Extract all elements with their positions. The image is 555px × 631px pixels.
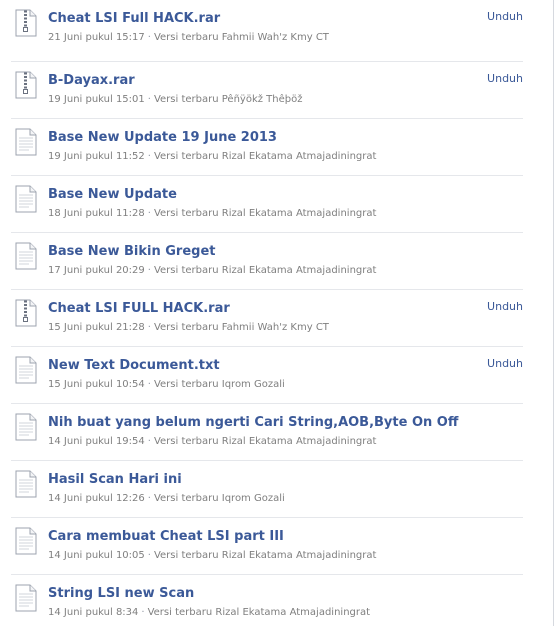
file-list-item: Hasil Scan Hari ini 14 Juni pukul 12:26 · V…: [11, 461, 523, 518]
document-icon[interactable]: [15, 584, 37, 612]
file-date: 14 Juni pukul 12:26: [48, 493, 145, 504]
file-meta: 14 Juni pukul 19:54 · Versi terbaru Rizal …: [48, 436, 376, 447]
file-date: 17 Juni pukul 20:29: [48, 265, 145, 276]
file-title-link[interactable]: String LSI new Scan: [48, 586, 194, 601]
file-title-link[interactable]: B-Dayax.rar: [48, 73, 135, 88]
file-version-text: Versi terbaru Fahmii Wah'z Kmy CT: [153, 322, 329, 333]
file-list-item: B-Dayax.rar 19 Juni pukul 15:01 · Versi ter…: [11, 62, 523, 119]
document-icon[interactable]: [15, 185, 37, 213]
file-title-link[interactable]: Cara membuat Cheat LSI part III: [48, 529, 284, 544]
file-title-link[interactable]: Base New Bikin Greget: [48, 244, 215, 259]
file-version-text: Versi terbaru Rizal Ekatama Atmajadining…: [153, 208, 377, 219]
file-version-text: Versi terbaru Pêñÿökž Thêþöž: [153, 94, 303, 105]
file-date: 14 Juni pukul 8:34: [48, 607, 139, 618]
meta-separator: ·: [147, 493, 151, 504]
file-date: 19 Juni pukul 15:01: [48, 94, 145, 105]
document-icon[interactable]: [15, 356, 37, 384]
document-icon[interactable]: [15, 470, 37, 498]
meta-separator: ·: [141, 607, 145, 618]
download-link[interactable]: Unduh: [487, 72, 523, 85]
file-date: 18 Juni pukul 11:28: [48, 208, 145, 219]
file-title-link[interactable]: Base New Update 19 June 2013: [48, 130, 277, 145]
download-link[interactable]: Unduh: [487, 300, 523, 313]
file-meta: 14 Juni pukul 8:34 · Versi terbaru Rizal E…: [48, 607, 370, 618]
file-date: 14 Juni pukul 10:05: [48, 550, 145, 561]
file-list-item: Nih buat yang belum ngerti Cari String,A…: [11, 404, 523, 461]
document-icon[interactable]: [15, 242, 37, 270]
meta-separator: ·: [147, 436, 151, 447]
file-date: 15 Juni pukul 21:28: [48, 322, 145, 333]
file-meta: 21 Juni pukul 15:17 · Versi terbaru Fahmii…: [48, 32, 329, 43]
file-version-text: Versi terbaru Rizal Ekatama Atmajadining…: [147, 607, 371, 618]
file-title-link[interactable]: Hasil Scan Hari ini: [48, 472, 182, 487]
file-version-text: Versi terbaru Rizal Ekatama Atmajadining…: [153, 265, 377, 276]
file-version-text: Versi terbaru Fahmii Wah'z Kmy CT: [153, 32, 329, 43]
file-meta: 14 Juni pukul 10:05 · Versi terbaru Rizal …: [48, 550, 376, 561]
file-list-item: String LSI new Scan 14 Juni pukul 8:34 · Ve…: [11, 575, 523, 631]
file-meta: 19 Juni pukul 15:01 · Versi terbaru Pêñÿök…: [48, 94, 302, 105]
meta-separator: ·: [147, 322, 151, 333]
file-version-text: Versi terbaru Iqrom Gozali: [153, 379, 285, 390]
file-meta: 19 Juni pukul 11:52 · Versi terbaru Rizal …: [48, 151, 376, 162]
file-title-link[interactable]: New Text Document.txt: [48, 358, 220, 373]
file-date: 14 Juni pukul 19:54: [48, 436, 145, 447]
archive-file-icon[interactable]: [15, 71, 37, 99]
file-meta: 15 Juni pukul 10:54 · Versi terbaru Iqrom …: [48, 379, 285, 390]
meta-separator: ·: [147, 550, 151, 561]
meta-separator: ·: [147, 208, 151, 219]
meta-separator: ·: [147, 265, 151, 276]
file-version-text: Versi terbaru Rizal Ekatama Atmajadining…: [153, 436, 377, 447]
file-list-item: New Text Document.txt 15 Juni pukul 10:54…: [11, 347, 523, 404]
file-title-link[interactable]: Cheat LSI FULL HACK.rar: [48, 301, 230, 316]
file-meta: 17 Juni pukul 20:29 · Versi terbaru Rizal …: [48, 265, 376, 276]
file-title-link[interactable]: Cheat LSI Full HACK.rar: [48, 11, 220, 26]
file-date: 15 Juni pukul 10:54: [48, 379, 145, 390]
file-title-link[interactable]: Base New Update: [48, 187, 177, 202]
meta-separator: ·: [147, 94, 151, 105]
document-icon[interactable]: [15, 527, 37, 555]
file-list-item: Base New Update 18 Juni pukul 11:28 · Versi…: [11, 176, 523, 233]
file-version-text: Versi terbaru Iqrom Gozali: [153, 493, 285, 504]
archive-file-icon[interactable]: [15, 9, 37, 37]
file-list: Cheat LSI Full HACK.rar 21 Juni pukul 15:…: [0, 0, 540, 631]
file-title-link[interactable]: Nih buat yang belum ngerti Cari String,A…: [48, 415, 458, 430]
download-link[interactable]: Unduh: [487, 357, 523, 370]
download-link[interactable]: Unduh: [487, 10, 523, 23]
file-list-item: Cheat LSI FULL HACK.rar 15 Juni pukul 21:…: [11, 290, 523, 347]
file-meta: 18 Juni pukul 11:28 · Versi terbaru Rizal …: [48, 208, 376, 219]
file-meta: 14 Juni pukul 12:26 · Versi terbaru Iqrom …: [48, 493, 285, 504]
file-list-item: Cara membuat Cheat LSI part III 14 Juni p…: [11, 518, 523, 575]
meta-separator: ·: [147, 379, 151, 390]
file-version-text: Versi terbaru Rizal Ekatama Atmajadining…: [153, 550, 377, 561]
file-date: 21 Juni pukul 15:17: [48, 32, 145, 43]
file-list-item: Base New Bikin Greget 17 Juni pukul 20:29…: [11, 233, 523, 290]
archive-file-icon[interactable]: [15, 299, 37, 327]
document-icon[interactable]: [15, 128, 37, 156]
meta-separator: ·: [147, 32, 151, 43]
scroll-edge-divider: [553, 0, 554, 626]
file-date: 19 Juni pukul 11:52: [48, 151, 145, 162]
document-icon[interactable]: [15, 413, 37, 441]
file-list-item: Cheat LSI Full HACK.rar 21 Juni pukul 15:…: [11, 0, 523, 62]
file-meta: 15 Juni pukul 21:28 · Versi terbaru Fahmii…: [48, 322, 329, 333]
file-version-text: Versi terbaru Rizal Ekatama Atmajadining…: [153, 151, 377, 162]
file-list-item: Base New Update 19 June 2013 19 Juni puku…: [11, 119, 523, 176]
meta-separator: ·: [147, 151, 151, 162]
